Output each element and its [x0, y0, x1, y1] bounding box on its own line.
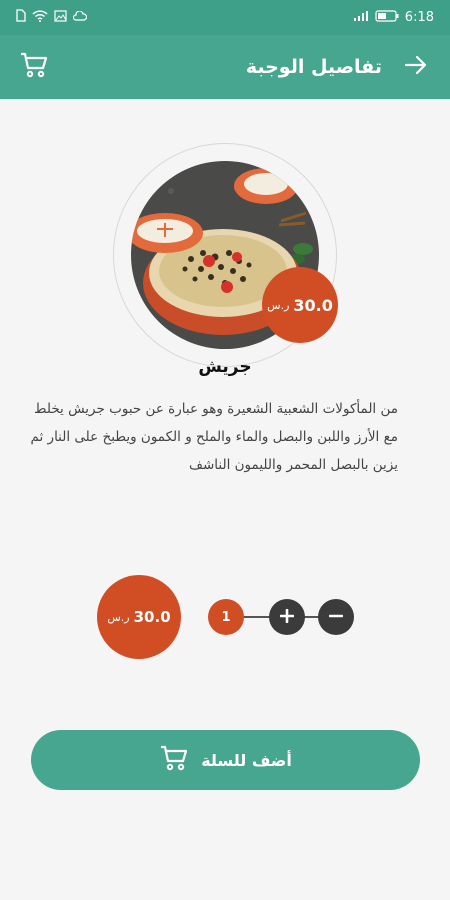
add-to-cart-label: أضف للسلة — [201, 750, 292, 770]
total-currency: ر.س — [107, 610, 130, 624]
quantity-value: 1 — [208, 599, 244, 635]
plus-icon — [279, 608, 295, 627]
page-title: تفاصيل الوجبة — [245, 56, 382, 78]
total-price-badge: 30.0 ر.س — [97, 575, 181, 659]
quantity-row: 30.0 ر.س 1 — [0, 575, 450, 659]
total-value: 30.0 — [133, 608, 171, 626]
back-button[interactable] — [398, 49, 434, 85]
arrow-right-icon — [404, 54, 428, 80]
image-icon — [54, 9, 67, 26]
minus-icon — [328, 608, 344, 627]
price-currency: ر.س — [267, 298, 290, 312]
meal-details: 30.0 ر.س جريش من المأكولات الشعبية الشعي… — [0, 99, 450, 900]
signal-icon — [353, 10, 369, 26]
status-time: 6:18 — [404, 10, 434, 25]
sim-icon — [16, 9, 26, 26]
app-bar: تفاصيل الوجبة — [0, 35, 450, 99]
price-badge: 30.0 ر.س — [262, 267, 338, 343]
battery-icon — [375, 9, 399, 26]
meal-description: من المأكولات الشعبية الشعيرة وهو عبارة ع… — [30, 401, 398, 473]
decrease-button[interactable] — [318, 599, 354, 635]
wifi-icon — [32, 9, 48, 26]
increase-button[interactable] — [269, 599, 305, 635]
cloud-icon — [72, 10, 88, 25]
price-value: 30.0 — [293, 295, 333, 315]
meal-name: جريش — [198, 357, 252, 377]
cart-icon — [19, 51, 49, 83]
add-to-cart-button[interactable]: أضف للسلة — [31, 730, 420, 790]
status-right: 40 6:18 — [353, 9, 434, 26]
app-bar-right: تفاصيل الوجبة — [246, 49, 434, 85]
cart-icon — [159, 744, 189, 776]
status-bar: 40 6:18 — [0, 0, 450, 35]
status-left — [16, 9, 88, 26]
cart-button[interactable] — [16, 49, 52, 85]
